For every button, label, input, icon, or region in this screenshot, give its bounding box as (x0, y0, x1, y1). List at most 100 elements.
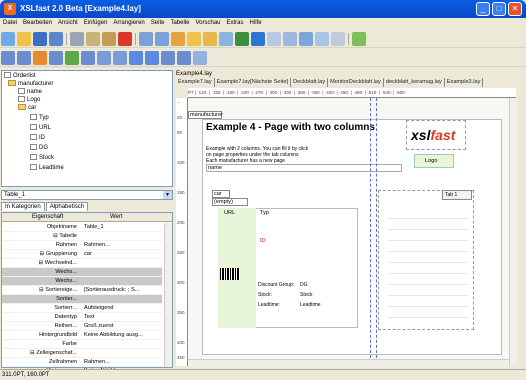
smiley-icon[interactable] (187, 32, 201, 46)
chart-icon[interactable] (235, 32, 249, 46)
close-button[interactable]: ✕ (508, 2, 522, 16)
leadtime-label[interactable]: Leadtime: (258, 302, 280, 308)
image-icon[interactable] (219, 32, 233, 46)
property-value[interactable]: Aufsteigend (82, 304, 162, 313)
property-row[interactable]: ⊟ Gruppierung car (2, 250, 162, 259)
tab-categories[interactable]: In Kategorien (1, 202, 45, 211)
tab-alphabetical[interactable]: Alphabetisch (45, 202, 89, 211)
page-heading[interactable]: Example 4 - Page with two columns (206, 122, 375, 133)
cut-icon[interactable] (70, 32, 84, 46)
tab-monitor-deckblatt[interactable]: MonitorDeckblatt.lay (328, 78, 384, 87)
table-icon[interactable] (283, 32, 297, 46)
menu-bearbeiten[interactable]: Bearbeiten (20, 18, 55, 29)
property-row[interactable]: Datentyp Text (2, 313, 162, 322)
same-height-icon[interactable] (113, 51, 127, 65)
align-center-icon[interactable] (17, 51, 31, 65)
property-row[interactable]: Zellrahmen Rahmen... (2, 358, 162, 367)
tree-node-manufacturer[interactable]: manufacturer (8, 80, 53, 88)
tree-node-car[interactable]: car (18, 104, 36, 112)
menu-datei[interactable]: Datei (0, 18, 20, 29)
group-icon[interactable] (193, 51, 207, 65)
tab-deckblatt-keramag[interactable]: deckblatt_keramag.lay (384, 78, 445, 87)
name-field[interactable]: name (206, 164, 402, 172)
id-field[interactable]: ID (260, 238, 266, 244)
tree-node-logo[interactable]: Logo (18, 96, 40, 104)
tab-field[interactable]: Tab 1 (442, 190, 472, 200)
leadtime-field[interactable]: Leadtime (300, 302, 321, 308)
dg-field[interactable]: DG (300, 282, 308, 288)
align-top-icon[interactable] (49, 51, 63, 65)
stock-label[interactable]: Stock: (258, 292, 272, 298)
open-icon[interactable] (17, 32, 31, 46)
list-icon[interactable] (331, 32, 345, 46)
property-row[interactable]: ⊟ Sortiereige... [Sortierausdruck: ; S... (2, 286, 162, 295)
new-icon[interactable] (1, 32, 15, 46)
property-row[interactable]: Sortier... (2, 295, 162, 304)
vertical-scrollbar[interactable] (509, 98, 517, 366)
property-row[interactable]: ⊟ Tabelle (2, 232, 162, 241)
menu-arrangieren[interactable]: Arrangieren (110, 18, 147, 29)
property-value[interactable]: Table_1 (82, 223, 162, 232)
align-right-icon[interactable] (33, 51, 47, 65)
tab-example7[interactable]: Example7.lay (176, 78, 215, 87)
property-value[interactable]: Groß zuerst (82, 322, 162, 331)
align-middle-icon[interactable] (65, 51, 79, 65)
horizontal-scrollbar[interactable] (188, 359, 509, 367)
menu-vorschau[interactable]: Vorschau (192, 18, 223, 29)
property-row[interactable]: Wechs... (2, 268, 162, 277)
property-value[interactable]: [Sortierausdruck: ; S... (82, 286, 162, 295)
redo-icon[interactable] (155, 32, 169, 46)
property-row[interactable]: Rahmen Rahmen... (2, 241, 162, 250)
logo-image[interactable]: xslfast (406, 120, 466, 150)
tree-node-url[interactable]: URL (30, 124, 51, 132)
tree-node-dg[interactable]: DG (30, 144, 48, 152)
minimize-button[interactable]: _ (476, 2, 490, 16)
typ-field[interactable]: Typ (260, 210, 269, 216)
columns-icon[interactable] (299, 32, 313, 46)
menu-ansicht[interactable]: Ansicht (55, 18, 81, 29)
property-row[interactable]: Farbe (2, 340, 162, 349)
globe-icon[interactable] (251, 32, 265, 46)
save-as-icon[interactable] (49, 32, 63, 46)
align-bottom-icon[interactable] (81, 51, 95, 65)
delete-icon[interactable] (118, 32, 132, 46)
copy-icon[interactable] (86, 32, 100, 46)
page-icon[interactable] (267, 32, 281, 46)
tree-node-leadtime[interactable]: Leadtime (30, 164, 64, 172)
stock-field[interactable]: Stock (300, 292, 313, 298)
maximize-button[interactable]: □ (492, 2, 506, 16)
manufacturer-tag[interactable]: manufacturer (188, 111, 223, 119)
tree-node-name[interactable]: name (18, 88, 42, 96)
same-size-icon[interactable] (129, 51, 143, 65)
car-tag[interactable]: car (212, 190, 230, 198)
property-value[interactable]: Rahmen... (82, 241, 162, 250)
menu-tabelle[interactable]: Tabelle (167, 18, 192, 29)
property-row[interactable]: ⊟ Zelleigenschaf... (2, 349, 162, 358)
tree-node-id[interactable]: ID (30, 134, 45, 142)
property-row[interactable]: Hintergrundbild Keine Abbildung ausg... (2, 331, 162, 340)
url-field[interactable]: URL (224, 210, 235, 216)
tab-example3[interactable]: Example3.lay (445, 78, 484, 87)
property-row[interactable]: Sortierr... Aufsteigend (2, 304, 162, 313)
layout-canvas[interactable]: manufacturer Example 4 - Page with two c… (188, 98, 509, 364)
tree-node-typ[interactable]: Typ (30, 114, 49, 122)
distribute-icon[interactable] (145, 51, 159, 65)
empty-tag[interactable]: (empty) (212, 198, 248, 206)
tab-example7-next[interactable]: Example7.lay[Nächste Seite] (215, 78, 292, 87)
barcode-image[interactable] (220, 268, 240, 280)
property-scrollbar[interactable] (164, 223, 172, 367)
align-left-icon[interactable] (1, 51, 15, 65)
property-value[interactable]: Text (82, 313, 162, 322)
property-row[interactable]: Reihen... Groß zuerst (2, 322, 162, 331)
property-value[interactable]: Rahmen... (82, 358, 162, 367)
property-value[interactable]: car (82, 250, 162, 259)
text-icon[interactable] (171, 32, 185, 46)
tree-node-orderlist[interactable]: Orderlist (4, 72, 36, 80)
property-value[interactable]: Keine Abbildung ausg... (82, 331, 162, 340)
menu-seite[interactable]: Seite (148, 18, 168, 29)
property-row[interactable]: Wechs... (2, 277, 162, 286)
barcode-icon[interactable] (352, 32, 366, 46)
property-row[interactable]: ⊟ Wechselnd... (2, 259, 162, 268)
second-column-table[interactable] (388, 208, 468, 318)
discount-label[interactable]: Discount Group: (258, 282, 294, 288)
